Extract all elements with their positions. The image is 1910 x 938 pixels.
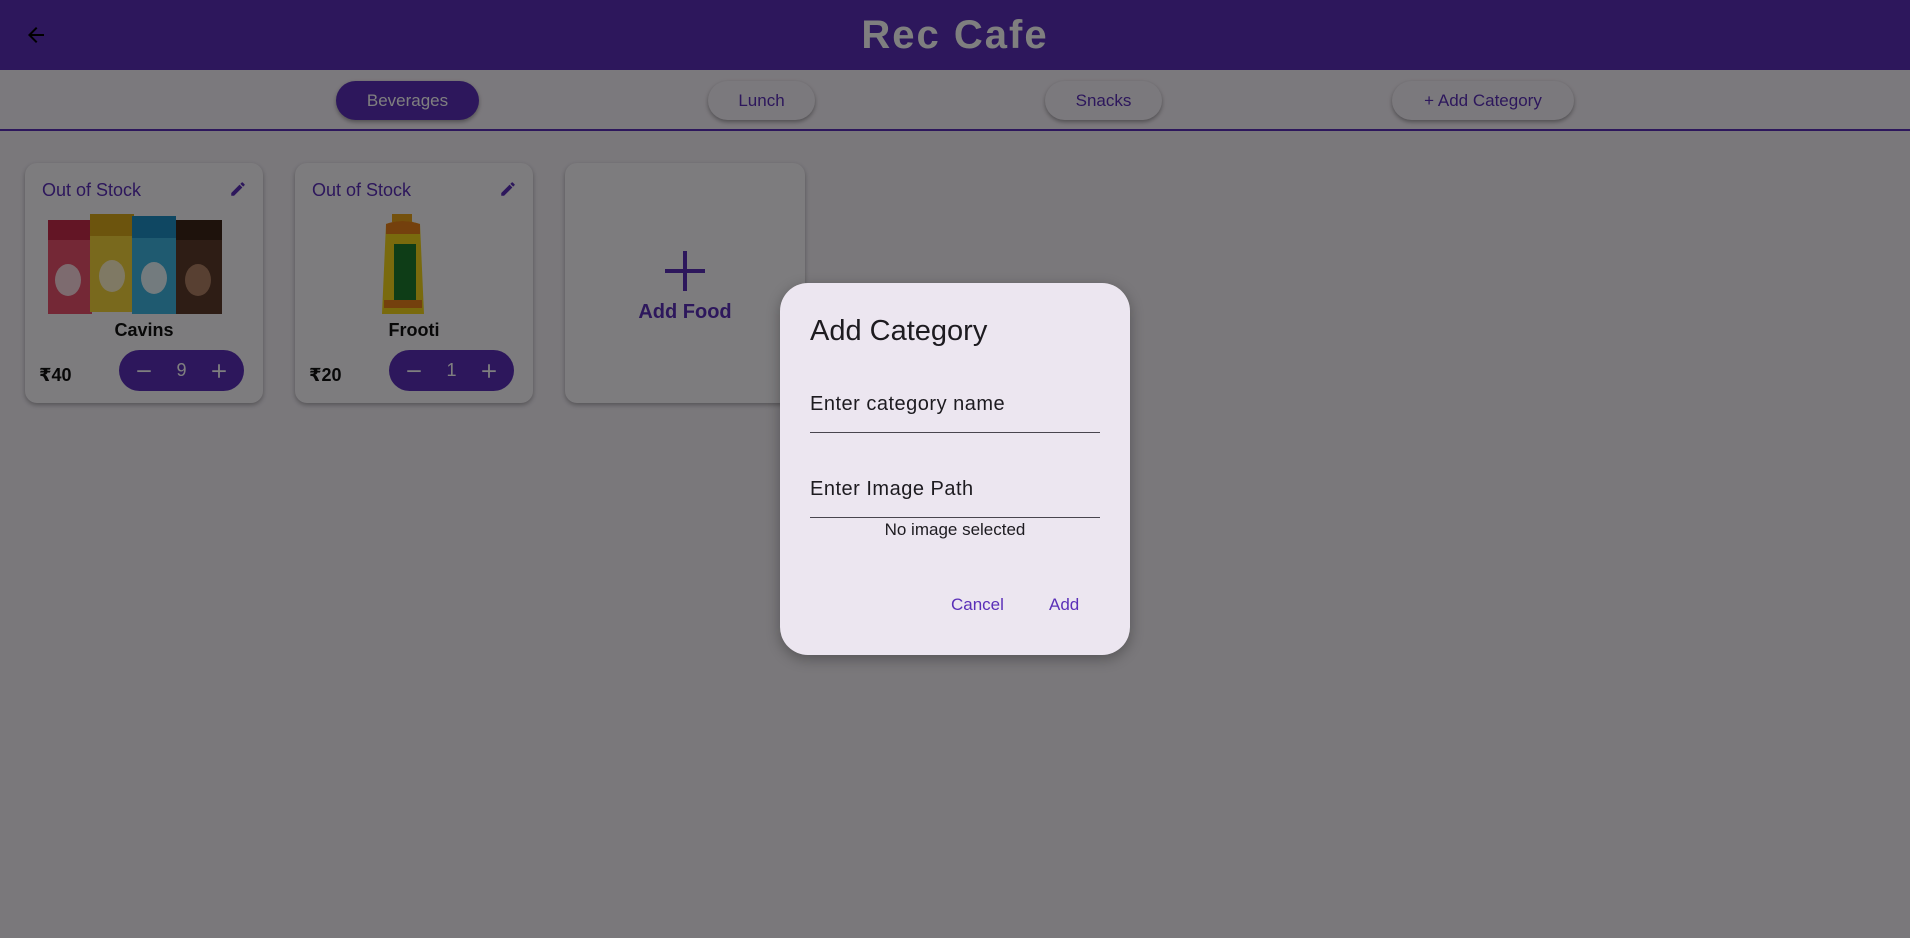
dialog-title: Add Category [810, 315, 988, 347]
add-button[interactable]: Add [1049, 595, 1079, 615]
category-name-input[interactable] [810, 387, 1100, 433]
add-category-dialog: Add Category No image selected Cancel Ad… [780, 283, 1130, 655]
cancel-button[interactable]: Cancel [951, 595, 1004, 615]
image-status-text: No image selected [884, 520, 1026, 539]
image-path-input[interactable] [810, 472, 1100, 518]
